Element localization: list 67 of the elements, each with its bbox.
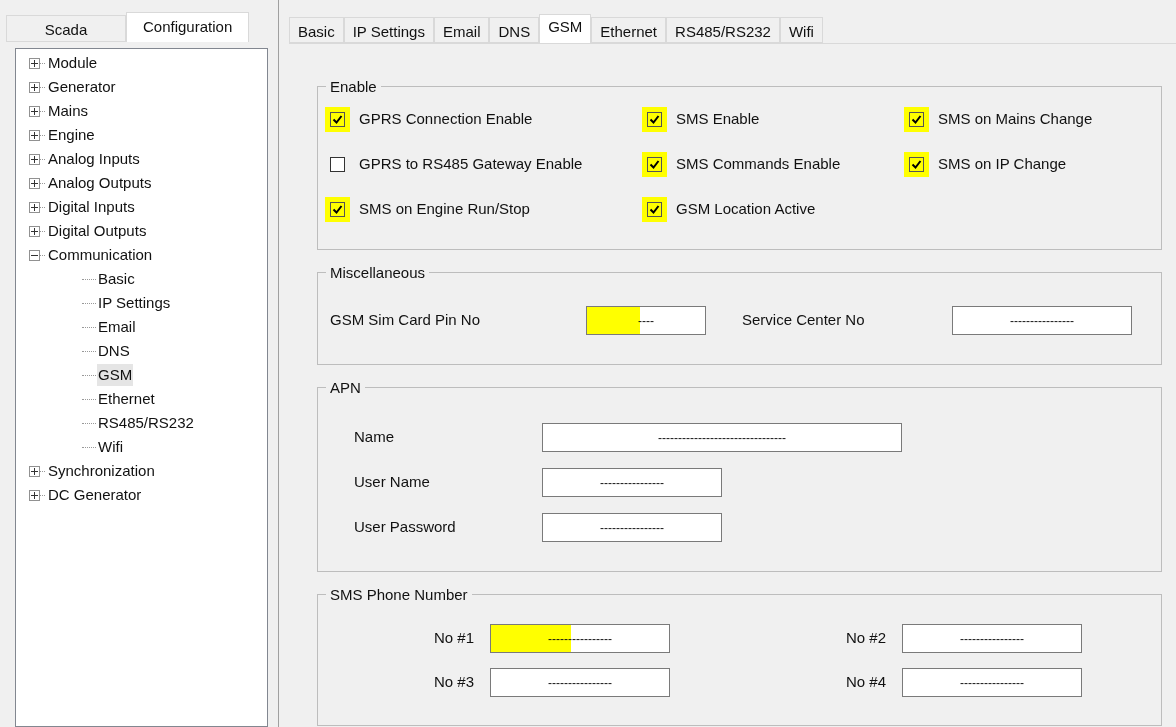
tree-item[interactable]: Module — [47, 51, 99, 75]
expand-icon[interactable] — [29, 57, 40, 69]
tree-item[interactable]: DNS — [97, 339, 131, 363]
tree-item[interactable]: Synchronization — [47, 459, 156, 483]
tree-item[interactable]: Communication — [47, 243, 154, 267]
field-label: User Password — [354, 517, 457, 538]
field-label: No #4 — [844, 672, 886, 693]
field-label: User Name — [354, 472, 431, 493]
tab[interactable]: DNS — [489, 17, 540, 43]
text-field[interactable]: ---------------- — [952, 306, 1132, 335]
field-label: GSM Sim Card Pin No — [330, 310, 482, 331]
text-field[interactable]: ---------------- — [542, 468, 722, 497]
tree-item[interactable]: Analog Inputs — [47, 147, 141, 171]
tree-item[interactable]: Digital Outputs — [47, 219, 148, 243]
tab[interactable]: Scada — [6, 15, 126, 42]
expand-icon[interactable] — [29, 489, 40, 501]
text-field[interactable]: ---------------- — [490, 624, 670, 653]
field-label: No #1 — [432, 628, 474, 649]
expand-icon[interactable] — [29, 177, 40, 189]
expand-icon[interactable] — [29, 153, 40, 165]
tab[interactable]: Basic — [289, 17, 344, 43]
tree-item[interactable]: IP Settings — [97, 291, 172, 315]
checkbox-label: SMS on Mains Change — [938, 108, 1093, 129]
tree-item[interactable]: RS485/RS232 — [97, 411, 195, 435]
field-label: Service Center No — [742, 310, 866, 331]
checkbox-label: SMS on IP Change — [938, 153, 1067, 174]
tree-item[interactable]: Analog Outputs — [47, 171, 153, 195]
text-field[interactable]: ---------------- — [490, 668, 670, 697]
checkbox[interactable] — [330, 156, 345, 172]
tab[interactable]: Email — [433, 17, 490, 43]
expand-icon[interactable] — [29, 81, 40, 93]
tree-item[interactable]: Digital Inputs — [47, 195, 136, 219]
field-label: Name — [354, 427, 395, 448]
tree-item[interactable]: Generator — [47, 75, 117, 99]
checkbox-label: SMS Enable — [676, 108, 760, 129]
checkbox-label: GPRS Connection Enable — [359, 108, 533, 129]
expand-icon[interactable] — [29, 201, 40, 213]
tab[interactable]: Wifi — [779, 17, 823, 43]
tab[interactable]: GSM — [539, 14, 592, 43]
expand-icon[interactable] — [29, 465, 40, 477]
expand-icon[interactable] — [29, 225, 40, 237]
tab[interactable]: Configuration — [126, 12, 249, 42]
tree-item[interactable]: GSM — [97, 363, 134, 387]
text-field[interactable]: ---------------- — [902, 668, 1082, 697]
tree-item[interactable]: Wifi — [97, 435, 124, 459]
expand-icon[interactable] — [29, 105, 40, 117]
tab[interactable]: IP Settings — [343, 17, 434, 43]
tree-item[interactable]: Ethernet — [97, 387, 156, 411]
text-field[interactable]: ---------------- — [542, 513, 722, 542]
checkbox-label: GPRS to RS485 Gateway Enable — [359, 153, 583, 174]
tree-item[interactable]: Mains — [47, 99, 89, 123]
checkbox-label: SMS Commands Enable — [676, 153, 841, 174]
tree-item[interactable]: Email — [97, 315, 137, 339]
expand-icon[interactable] — [29, 129, 40, 141]
tab[interactable]: RS485/RS232 — [666, 17, 780, 43]
field-label: No #2 — [844, 628, 886, 649]
tree-item[interactable]: Engine — [47, 123, 96, 147]
text-field[interactable]: -------------------------------- — [542, 423, 902, 452]
text-field[interactable]: ---- — [586, 306, 706, 335]
tab[interactable]: Ethernet — [591, 17, 667, 43]
text-field[interactable]: ---------------- — [902, 624, 1082, 653]
tree-item[interactable]: DC Generator — [47, 483, 143, 507]
checkbox-label: SMS on Engine Run/Stop — [359, 198, 530, 219]
tree-item[interactable]: Basic — [97, 267, 136, 291]
collapse-icon[interactable] — [29, 249, 40, 261]
field-label: No #3 — [432, 672, 474, 693]
checkbox-label: GSM Location Active — [676, 198, 816, 219]
